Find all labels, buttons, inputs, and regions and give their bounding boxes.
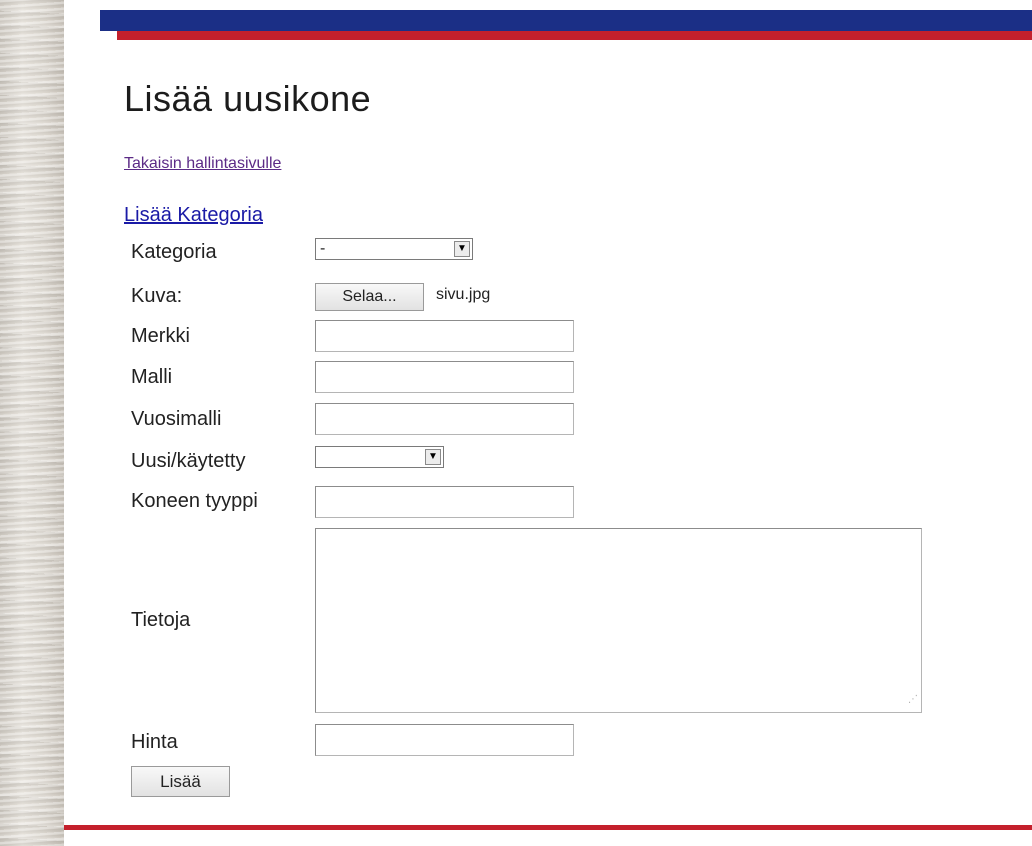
price-label: Hinta: [131, 731, 178, 753]
machine-type-label: Koneen tyyppi: [131, 490, 258, 512]
page-title: Lisää uusikone: [124, 78, 372, 119]
machine-type-input[interactable]: [315, 486, 574, 518]
browse-file-button[interactable]: Selaa...: [315, 283, 424, 311]
model-label: Malli: [131, 366, 173, 388]
paper-texture-strip: [0, 0, 64, 846]
add-submit-button[interactable]: Lisää: [131, 766, 230, 797]
model-year-label: Vuosimalli: [131, 408, 222, 430]
condition-select[interactable]: ▼: [315, 446, 444, 468]
image-label: Kuva:: [131, 285, 183, 307]
brand-label: Merkki: [131, 325, 190, 347]
add-category-link[interactable]: Lisää Kategoria: [124, 204, 263, 227]
chevron-down-icon: ▼: [454, 241, 470, 257]
header-bar-blue: [100, 10, 1032, 31]
category-select[interactable]: - ▼: [315, 238, 473, 260]
back-to-admin-link[interactable]: Takaisin hallintasivulle: [124, 155, 281, 173]
resize-grip-icon[interactable]: ⋰: [904, 693, 918, 707]
footer-divider: [64, 825, 1032, 830]
category-label: Kategoria: [131, 241, 217, 263]
model-year-input[interactable]: [315, 403, 574, 435]
model-input[interactable]: [315, 361, 574, 393]
details-label: Tietoja: [131, 609, 191, 631]
condition-label: Uusi/käytetty: [131, 450, 246, 472]
selected-file-name: sivu.jpg: [436, 286, 491, 303]
brand-input[interactable]: [315, 320, 574, 352]
category-select-value: -: [320, 240, 326, 257]
header-bar-red: [117, 31, 1032, 40]
chevron-down-icon: ▼: [425, 449, 441, 465]
details-textarea[interactable]: [315, 528, 922, 713]
price-input[interactable]: [315, 724, 574, 756]
